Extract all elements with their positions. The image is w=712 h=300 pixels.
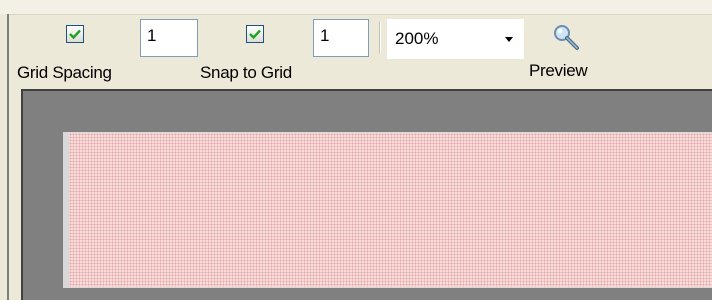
grid-spacing-checkbox[interactable] <box>66 25 84 43</box>
toolbar-separator <box>379 21 381 53</box>
grid-spacing-label: Grid Spacing <box>17 63 112 82</box>
designer-window: 1 Grid Spacing 1 Snap to Grid 200% Previ… <box>0 0 712 300</box>
top-strip <box>0 0 712 15</box>
zoom-value: 200% <box>395 29 439 48</box>
design-canvas[interactable] <box>21 89 712 300</box>
preview-button[interactable]: Preview <box>525 15 615 85</box>
checkmark-icon <box>69 29 81 40</box>
snap-to-grid-checkbox[interactable] <box>246 25 264 43</box>
grid-toolbar: 1 Grid Spacing 1 Snap to Grid 200% Previ… <box>11 15 712 87</box>
dropdown-arrow-icon[interactable] <box>500 19 518 59</box>
snap-to-grid-label: Snap to Grid <box>200 63 292 82</box>
magnifier-icon <box>552 23 580 58</box>
checkmark-icon <box>249 29 261 40</box>
preview-label: Preview <box>529 61 588 80</box>
left-frame-edge <box>0 14 9 300</box>
report-page-grid[interactable] <box>63 132 712 288</box>
snap-to-grid-input[interactable]: 1 <box>313 19 369 57</box>
zoom-select[interactable]: 200% <box>387 19 524 59</box>
grid-spacing-input[interactable]: 1 <box>140 19 198 57</box>
